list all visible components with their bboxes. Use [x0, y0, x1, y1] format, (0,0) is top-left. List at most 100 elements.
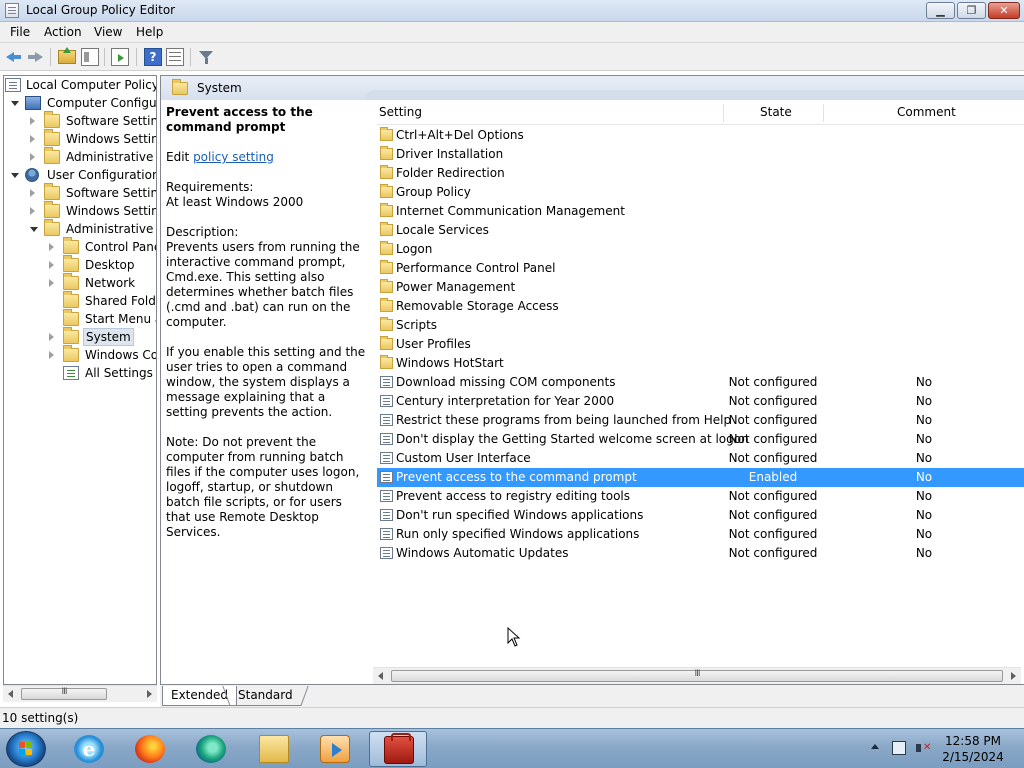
- list-horizontal-scrollbar[interactable]: III: [373, 667, 1021, 684]
- taskbar-firefox[interactable]: [121, 731, 179, 767]
- taskbar-internet-explorer[interactable]: e: [60, 731, 118, 767]
- forward-icon[interactable]: [26, 48, 44, 66]
- scroll-right-icon[interactable]: [1011, 672, 1016, 680]
- scroll-left-icon[interactable]: [378, 672, 383, 680]
- file-explorer-icon: [259, 735, 289, 763]
- folder-row[interactable]: Windows HotStart: [377, 354, 1024, 373]
- folder-row[interactable]: Power Management: [377, 278, 1024, 297]
- scroll-thumb[interactable]: III: [391, 669, 1003, 682]
- show-hidden-icons-icon[interactable]: [871, 744, 879, 749]
- taskbar: e 12:58 PM 2/15/2024: [0, 728, 1024, 768]
- tab-standard[interactable]: Standard: [230, 686, 301, 706]
- scroll-right-icon[interactable]: [147, 690, 152, 698]
- scroll-left-icon[interactable]: [8, 690, 13, 698]
- folder-icon: [380, 146, 393, 160]
- start-button[interactable]: [6, 731, 46, 767]
- setting-row[interactable]: Prevent access to registry editing tools…: [377, 487, 1024, 506]
- close-button[interactable]: ✕: [988, 2, 1020, 19]
- clock[interactable]: 12:58 PM 2/15/2024: [940, 733, 1006, 765]
- taskbar-group-policy-editor[interactable]: [369, 731, 427, 767]
- expand-arrow-icon[interactable]: [30, 135, 35, 143]
- group-policy-editor-icon: [384, 733, 414, 764]
- menu-file[interactable]: File: [10, 25, 30, 39]
- folder-row[interactable]: Ctrl+Alt+Del Options: [377, 126, 1024, 145]
- minimize-button[interactable]: ▁: [926, 2, 955, 19]
- menu-action[interactable]: Action: [44, 25, 82, 39]
- column-state[interactable]: State: [760, 105, 792, 119]
- expand-arrow-icon[interactable]: [30, 189, 35, 197]
- expand-arrow-icon[interactable]: [30, 207, 35, 215]
- collapse-arrow-icon[interactable]: [30, 227, 38, 232]
- collapse-arrow-icon[interactable]: [11, 173, 19, 178]
- setting-row[interactable]: Don't run specified Windows applications…: [377, 506, 1024, 525]
- taskbar-media-player[interactable]: [306, 731, 364, 767]
- folder-row[interactable]: Internet Communication Management: [377, 202, 1024, 221]
- view-tabs: Extended Standard: [160, 685, 1024, 707]
- tree-item-label: Windows Cor: [85, 348, 157, 362]
- up-one-level-icon[interactable]: [58, 47, 76, 64]
- taskbar-file-explorer[interactable]: [245, 731, 303, 767]
- show-hide-console-tree-icon[interactable]: [81, 48, 99, 66]
- policy-doc-icon: [5, 78, 21, 92]
- setting-row[interactable]: Don't display the Getting Started welcom…: [377, 430, 1024, 449]
- clock-date: 2/15/2024: [942, 750, 1004, 764]
- export-list-icon[interactable]: [111, 48, 129, 66]
- folder-row[interactable]: User Profiles: [377, 335, 1024, 354]
- expand-arrow-icon[interactable]: [49, 333, 54, 341]
- column-setting[interactable]: Setting: [379, 105, 422, 119]
- scroll-thumb[interactable]: III: [21, 687, 107, 700]
- header-strip: [365, 90, 1024, 100]
- setting-row[interactable]: Restrict these programs from being launc…: [377, 411, 1024, 430]
- folder-row[interactable]: Performance Control Panel: [377, 259, 1024, 278]
- row-name: Driver Installation: [396, 147, 504, 161]
- expand-arrow-icon[interactable]: [30, 153, 35, 161]
- menu-view[interactable]: View: [94, 25, 122, 39]
- tree-horizontal-scrollbar[interactable]: III: [3, 685, 157, 702]
- column-comment[interactable]: Comment: [897, 105, 956, 119]
- tree-item-label: Computer Configura: [47, 96, 157, 110]
- expand-arrow-icon[interactable]: [49, 279, 54, 287]
- policy-setting-icon: [380, 395, 393, 407]
- column-divider[interactable]: [723, 104, 724, 122]
- folder-row[interactable]: Logon: [377, 240, 1024, 259]
- tree-item-label: All Settings: [85, 366, 153, 380]
- policy-setting-link[interactable]: policy setting: [193, 150, 274, 164]
- menu-help[interactable]: Help: [136, 25, 163, 39]
- setting-row[interactable]: Prevent access to the command prompt Enab…: [377, 468, 1024, 487]
- menu-bar: File Action View Help: [0, 22, 1024, 43]
- expand-arrow-icon[interactable]: [49, 261, 54, 269]
- help-icon[interactable]: ?: [144, 48, 162, 66]
- setting-row[interactable]: Download missing COM components Not confi…: [377, 373, 1024, 392]
- expand-arrow-icon[interactable]: [49, 243, 54, 251]
- network-icon[interactable]: [892, 741, 906, 755]
- volume-muted-icon[interactable]: [916, 741, 932, 755]
- settings-list: Setting State Comment Ctrl+Alt+Del Optio…: [377, 101, 1024, 684]
- folder-row[interactable]: Group Policy: [377, 183, 1024, 202]
- app-icon: [5, 3, 19, 18]
- taskbar-edge[interactable]: [182, 731, 240, 767]
- setting-row[interactable]: Custom User Interface Not configured No: [377, 449, 1024, 468]
- folder-row[interactable]: Scripts: [377, 316, 1024, 335]
- user-icon: [25, 168, 39, 182]
- collapse-arrow-icon[interactable]: [11, 101, 19, 106]
- row-name: Download missing COM components: [396, 375, 616, 389]
- back-icon[interactable]: [5, 48, 23, 66]
- expand-arrow-icon[interactable]: [49, 351, 54, 359]
- folder-row[interactable]: Folder Redirection: [377, 164, 1024, 183]
- expand-arrow-icon[interactable]: [30, 117, 35, 125]
- folder-icon: [380, 165, 393, 179]
- maximize-button[interactable]: ❐: [957, 2, 986, 19]
- column-divider[interactable]: [823, 104, 824, 122]
- folder-row[interactable]: Removable Storage Access: [377, 297, 1024, 316]
- folder-row[interactable]: Driver Installation: [377, 145, 1024, 164]
- minimize-icon: ▁: [936, 4, 945, 17]
- setting-row[interactable]: Run only specified Windows applications N…: [377, 525, 1024, 544]
- properties-icon[interactable]: [166, 48, 184, 66]
- filter-icon[interactable]: [197, 48, 215, 66]
- setting-row[interactable]: Century interpretation for Year 2000 Not …: [377, 392, 1024, 411]
- folder-row[interactable]: Locale Services: [377, 221, 1024, 240]
- setting-row[interactable]: Windows Automatic Updates Not configured N…: [377, 544, 1024, 563]
- tree-item-label: Start Menu ar: [85, 312, 156, 326]
- tree-item-label: Desktop: [85, 258, 135, 272]
- row-state: Not configured: [728, 413, 818, 427]
